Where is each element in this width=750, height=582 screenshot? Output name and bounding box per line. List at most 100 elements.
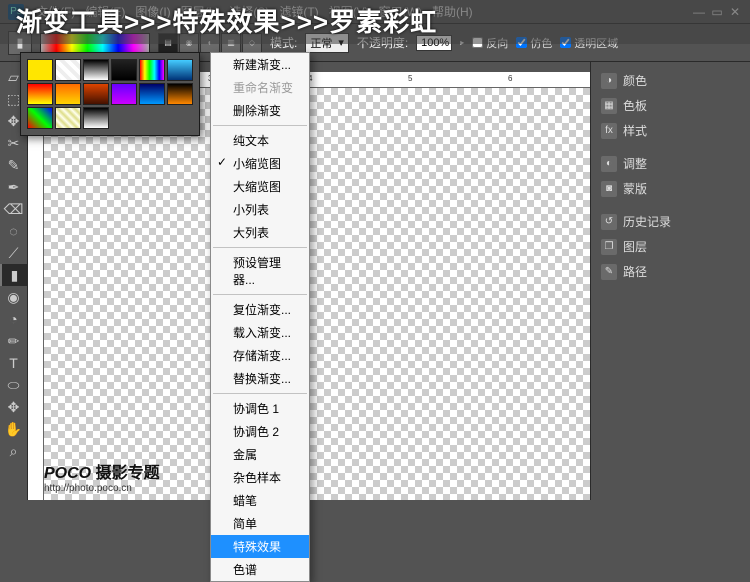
menu-item[interactable]: 协调色 1: [211, 397, 309, 420]
tool-button[interactable]: ✒: [0, 176, 27, 198]
panel-item[interactable]: ❐图层: [595, 234, 746, 259]
menu-item[interactable]: 载入渐变...: [211, 321, 309, 344]
panel-item[interactable]: fx样式: [595, 118, 746, 143]
menu-item[interactable]: 帮助(H): [432, 5, 473, 19]
gradient-diamond[interactable]: ◇: [242, 33, 262, 53]
close-button[interactable]: ✕: [728, 5, 742, 19]
panel-label: 路径: [623, 263, 647, 280]
app-icon: Ps: [8, 4, 24, 20]
gradient-picker-popover[interactable]: [20, 52, 200, 136]
menu-item[interactable]: 删除渐变: [211, 99, 309, 122]
tool-button[interactable]: ◔: [0, 308, 27, 330]
menu-item[interactable]: 协调色 2: [211, 420, 309, 443]
watermark: POCO 摄影专题 http://photo.poco.cn: [44, 459, 160, 494]
panel-item[interactable]: ✎ 路径: [595, 259, 746, 284]
reverse-checkbox[interactable]: 反向: [472, 35, 508, 51]
gradient-preview[interactable]: [40, 33, 150, 53]
opacity-input[interactable]: [416, 35, 452, 51]
opacity-label: 不透明度:: [357, 34, 408, 51]
gradient-angle[interactable]: ◐: [200, 33, 220, 53]
panel-icon: ❐: [601, 239, 617, 255]
transparency-checkbox[interactable]: 透明区域: [560, 35, 618, 51]
menu-item[interactable]: 替换渐变...: [211, 367, 309, 390]
gradient-swatch[interactable]: [83, 83, 109, 105]
panel-item[interactable]: ▦ 色板: [595, 93, 746, 118]
tool-button[interactable]: ◉: [0, 286, 27, 308]
menu-item[interactable]: 图像(I): [135, 5, 170, 19]
panel-label: 颜色: [623, 72, 647, 89]
menu-item[interactable]: 金属: [211, 443, 309, 466]
panel-icon: ◙: [601, 181, 617, 197]
gradient-swatch[interactable]: [139, 59, 165, 81]
menu-item[interactable]: 窗口(W): [379, 5, 422, 19]
gradient-swatch[interactable]: [83, 59, 109, 81]
tool-button[interactable]: ⌕: [0, 440, 27, 462]
tool-button[interactable]: ⬭: [0, 374, 27, 396]
tool-button[interactable]: ✥: [0, 396, 27, 418]
gradient-preset-context-menu[interactable]: 新建渐变...重命名渐变删除渐变纯文本小缩览图大缩览图小列表大列表预设管理器..…: [210, 52, 310, 582]
tool-button[interactable]: ◌: [0, 220, 27, 242]
menu-item[interactable]: 色谱: [211, 558, 309, 581]
menu-item[interactable]: 预设管理器...: [211, 251, 309, 291]
menu-item[interactable]: 选择(S): [229, 5, 269, 19]
menu-item[interactable]: 大列表: [211, 221, 309, 244]
panel-item[interactable]: ◐ 调整: [595, 151, 746, 176]
tool-button[interactable]: ✎: [0, 154, 27, 176]
gradient-reflected[interactable]: ▥: [221, 33, 241, 53]
gradient-tool-icon: ▮: [8, 31, 32, 55]
menu-item[interactable]: 小缩览图: [211, 152, 309, 175]
menu-item[interactable]: 大缩览图: [211, 175, 309, 198]
gradient-swatch[interactable]: [111, 83, 137, 105]
gradient-swatch[interactable]: [27, 59, 53, 81]
mode-select[interactable]: 正常▾: [305, 33, 349, 53]
menu-item[interactable]: 存储渐变...: [211, 344, 309, 367]
menu-item[interactable]: 编辑(E): [85, 5, 125, 19]
gradient-linear[interactable]: ▤: [158, 33, 178, 53]
panel-item[interactable]: ↺历史记录: [595, 209, 746, 234]
menu-item[interactable]: 视图(V): [329, 5, 369, 19]
panel-icon: ✎: [601, 264, 617, 280]
menu-item[interactable]: 特殊效果: [211, 535, 309, 558]
gradient-swatch[interactable]: [83, 107, 109, 129]
menu-item[interactable]: 文件(F): [36, 5, 75, 19]
gradient-swatch[interactable]: [139, 83, 165, 105]
minimize-button[interactable]: —: [692, 5, 706, 19]
tool-button[interactable]: ⌫: [0, 198, 27, 220]
menu-item[interactable]: 图层(L): [181, 5, 220, 19]
gradient-swatch[interactable]: [27, 83, 53, 105]
menu-item[interactable]: 蜡笔: [211, 489, 309, 512]
gradient-swatch[interactable]: [55, 59, 81, 81]
gradient-swatch[interactable]: [27, 107, 53, 129]
tool-button[interactable]: ⟋: [0, 242, 27, 264]
gradient-swatch[interactable]: [55, 107, 81, 129]
tool-button[interactable]: ✋: [0, 418, 27, 440]
dither-checkbox[interactable]: 仿色: [516, 35, 552, 51]
panel-item[interactable]: ◑颜色: [595, 68, 746, 93]
tool-button[interactable]: T: [0, 352, 27, 374]
panel-icon: fx: [601, 123, 617, 139]
panel-label: 色板: [623, 97, 647, 114]
gradient-swatch[interactable]: [167, 83, 193, 105]
panel-item[interactable]: ◙蒙版: [595, 176, 746, 201]
maximize-button[interactable]: ▭: [710, 5, 724, 19]
gradient-swatch[interactable]: [55, 83, 81, 105]
canvas[interactable]: [44, 88, 590, 500]
menu-item[interactable]: 新建渐变...: [211, 53, 309, 76]
gradient-radial[interactable]: ◉: [179, 33, 199, 53]
panel-icon: ◐: [601, 156, 617, 172]
gradient-swatch[interactable]: [167, 59, 193, 81]
mode-label: 模式:: [270, 34, 297, 51]
panel-label: 调整: [623, 155, 647, 172]
panel-icon: ▦: [601, 98, 617, 114]
menubar: Ps 文件(F) 编辑(E) 图像(I) 图层(L) 选择(S) 滤镜(T) 视图(V) 窗口…: [0, 0, 750, 24]
menu-item[interactable]: 小列表: [211, 198, 309, 221]
menu-item[interactable]: 复位渐变...: [211, 298, 309, 321]
ruler-vertical: [28, 88, 44, 500]
menu-item[interactable]: 简单: [211, 512, 309, 535]
gradient-swatch[interactable]: [111, 59, 137, 81]
tool-button[interactable]: ✏: [0, 330, 27, 352]
menu-item[interactable]: 纯文本: [211, 129, 309, 152]
menu-item[interactable]: 杂色样本: [211, 466, 309, 489]
tool-button[interactable]: ▮: [0, 264, 27, 286]
menu-item[interactable]: 滤镜(T): [279, 5, 318, 19]
